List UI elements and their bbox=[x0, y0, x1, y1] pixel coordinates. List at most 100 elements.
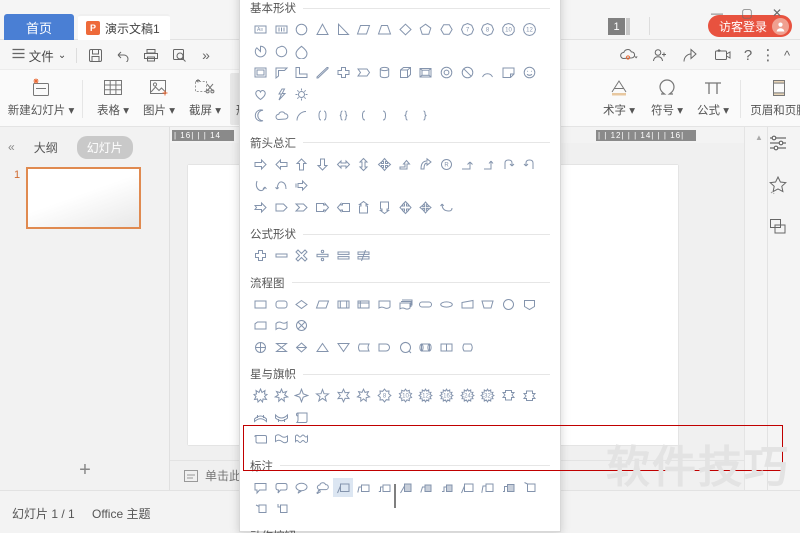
vertical-text-icon[interactable] bbox=[271, 20, 291, 40]
curved-right-arrow-icon[interactable] bbox=[416, 155, 436, 175]
line-callout-acc-3-icon[interactable] bbox=[437, 478, 457, 498]
l-shape-icon[interactable] bbox=[292, 63, 312, 83]
fc-card-icon[interactable] bbox=[251, 316, 271, 336]
right-brace-icon[interactable] bbox=[416, 106, 436, 126]
plus-sign-icon[interactable] bbox=[251, 246, 271, 266]
double-wave-icon[interactable] bbox=[292, 429, 312, 449]
curved-down-ribbon-icon[interactable] bbox=[271, 408, 291, 428]
line-callout-acc-2-icon[interactable] bbox=[416, 478, 436, 498]
slide-thumbnail-1[interactable] bbox=[26, 167, 142, 229]
close-button[interactable]: ✕ bbox=[762, 2, 792, 24]
parallelogram-icon[interactable] bbox=[354, 20, 374, 40]
pentagon-arrow-icon[interactable] bbox=[271, 198, 291, 218]
maximize-button[interactable]: ▢ bbox=[732, 2, 762, 24]
fc-collate-icon[interactable] bbox=[271, 338, 291, 358]
star-7-icon[interactable] bbox=[354, 386, 374, 406]
fc-alternate-process-icon[interactable] bbox=[271, 295, 291, 315]
explosion2-icon[interactable] bbox=[271, 386, 291, 406]
cube-icon[interactable] bbox=[395, 63, 415, 83]
pentagon-icon[interactable] bbox=[416, 20, 436, 40]
smiley-icon[interactable] bbox=[520, 63, 540, 83]
tab-slides[interactable]: 幻灯片 bbox=[76, 135, 133, 159]
oval-callout-icon[interactable] bbox=[292, 478, 312, 498]
left-brace-icon[interactable] bbox=[395, 106, 415, 126]
rail-caret-icon[interactable]: ▲ bbox=[755, 133, 763, 142]
diagonal-stripe-icon[interactable] bbox=[313, 63, 333, 83]
undo-icon[interactable] bbox=[112, 44, 134, 66]
collapse-ribbon-icon[interactable]: ^ bbox=[778, 44, 796, 66]
fc-data-icon[interactable] bbox=[313, 295, 333, 315]
folded-corner-icon[interactable] bbox=[499, 63, 519, 83]
fc-punched-tape-icon[interactable] bbox=[271, 316, 291, 336]
print-icon[interactable] bbox=[140, 44, 162, 66]
bent-arrow2-icon[interactable] bbox=[478, 155, 498, 175]
line-callout-bar-3-icon[interactable] bbox=[499, 478, 519, 498]
arc-icon[interactable] bbox=[478, 63, 498, 83]
fc-predefined-process-icon[interactable] bbox=[333, 295, 353, 315]
star-4-icon[interactable] bbox=[292, 386, 312, 406]
u-turn-arrow-icon[interactable] bbox=[499, 155, 519, 175]
fc-offpage-connector-icon[interactable] bbox=[520, 295, 540, 315]
up-down-arrow-icon[interactable] bbox=[354, 155, 374, 175]
fc-manual-input-icon[interactable] bbox=[457, 295, 477, 315]
home-tab[interactable]: 首页 bbox=[4, 14, 74, 40]
star-16-icon[interactable]: 16 bbox=[437, 386, 457, 406]
fc-manual-operation-icon[interactable] bbox=[478, 295, 498, 315]
no-symbol-icon[interactable] bbox=[457, 63, 477, 83]
formula-button[interactable]: 公式 ▾ bbox=[692, 73, 734, 125]
file-menu-button[interactable]: 文件 ⌄ bbox=[8, 44, 70, 66]
sliders-icon[interactable] bbox=[764, 129, 792, 157]
star-12-icon[interactable]: 12 bbox=[416, 386, 436, 406]
trapezoid-icon[interactable] bbox=[375, 20, 395, 40]
divide-sign-icon[interactable] bbox=[313, 246, 333, 266]
arc2-icon[interactable] bbox=[292, 106, 312, 126]
fc-process-icon[interactable] bbox=[251, 295, 271, 315]
not-equal-sign-icon[interactable] bbox=[354, 246, 374, 266]
star-effects-icon[interactable] bbox=[764, 171, 792, 199]
fc-stored-data-icon[interactable] bbox=[354, 338, 374, 358]
u-turn-arrow2-icon[interactable] bbox=[520, 155, 540, 175]
fc-document-icon[interactable] bbox=[375, 295, 395, 315]
down-arrow-callout-icon[interactable] bbox=[375, 198, 395, 218]
fc-extract-icon[interactable] bbox=[313, 338, 333, 358]
explosion1-icon[interactable] bbox=[251, 386, 271, 406]
cross-icon[interactable] bbox=[333, 63, 353, 83]
hexagon-icon[interactable] bbox=[437, 20, 457, 40]
symbol-button[interactable]: 符号 ▾ bbox=[646, 73, 688, 125]
bent-up-arrow-icon[interactable] bbox=[395, 155, 415, 175]
fc-preparation-icon[interactable] bbox=[437, 295, 457, 315]
curved-arrow3-icon[interactable] bbox=[251, 176, 271, 196]
table-button[interactable]: 表格 ▾ bbox=[92, 73, 134, 125]
left-arrow-icon[interactable] bbox=[271, 155, 291, 175]
equal-sign-icon[interactable] bbox=[333, 246, 353, 266]
curved-arrow4-icon[interactable] bbox=[271, 176, 291, 196]
down-arrow-icon[interactable] bbox=[313, 155, 333, 175]
kebab-menu-icon[interactable]: ⋮ bbox=[760, 44, 776, 66]
up-arrow-icon[interactable] bbox=[292, 155, 312, 175]
wordart-button[interactable]: 术字 ▾ bbox=[596, 73, 642, 125]
half-frame-icon[interactable] bbox=[271, 63, 291, 83]
can-icon[interactable] bbox=[375, 63, 395, 83]
frame-icon[interactable] bbox=[251, 63, 271, 83]
fc-or-icon[interactable] bbox=[251, 338, 271, 358]
fc-sequential-access-icon[interactable] bbox=[437, 338, 457, 358]
fc-direct-access-icon[interactable] bbox=[416, 338, 436, 358]
share-icon[interactable] bbox=[678, 44, 702, 66]
heptagon-icon[interactable]: 7 bbox=[457, 20, 477, 40]
left-bracket-icon[interactable] bbox=[354, 106, 374, 126]
teardrop-icon[interactable] bbox=[271, 42, 291, 62]
minimize-button[interactable]: — bbox=[702, 2, 732, 24]
curved-up-ribbon-icon[interactable] bbox=[251, 408, 271, 428]
text-box-icon[interactable]: A≡ bbox=[251, 20, 271, 40]
line-callout-acc-bar-2-icon[interactable] bbox=[251, 499, 271, 519]
fc-display-icon[interactable] bbox=[457, 338, 477, 358]
octagon-icon[interactable]: 8 bbox=[478, 20, 498, 40]
screenshot-button[interactable]: 截屏 ▾ bbox=[184, 73, 226, 125]
shapes-dropdown-scroll[interactable]: 矩形基本形状A≡781012箭头总汇R公式形状流程图星与旗帜8101216243… bbox=[240, 0, 560, 533]
right-arrow-icon[interactable] bbox=[251, 155, 271, 175]
shapes-dropdown-panel[interactable]: 矩形基本形状A≡781012箭头总汇R公式形状流程图星与旗帜8101216243… bbox=[239, 0, 561, 533]
theme-status[interactable]: Office 主题 bbox=[92, 505, 150, 522]
striped-right-arrow-icon[interactable] bbox=[292, 176, 312, 196]
star-8-icon[interactable]: 8 bbox=[375, 386, 395, 406]
decagon-icon[interactable]: 10 bbox=[499, 20, 519, 40]
